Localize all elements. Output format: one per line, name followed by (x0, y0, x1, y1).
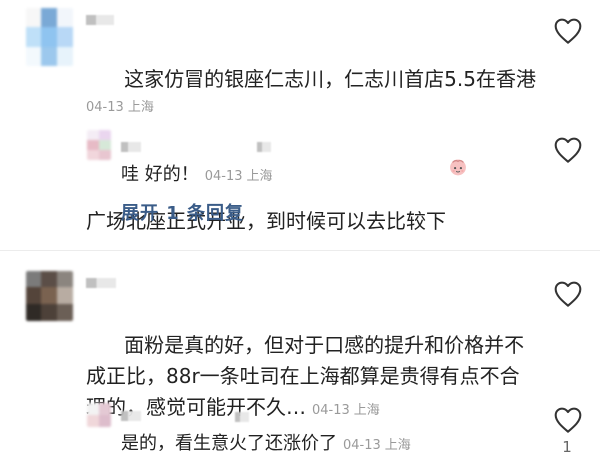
reply-text: 哇 好的！ (121, 164, 199, 185)
reply-like-heart-icon[interactable] (553, 136, 583, 164)
reply-like-count: 1 (562, 438, 572, 456)
comment-body: 面粉是真的好，但对于口感的提升和价格并不成正比，88r一条吐司在上海都算是贵得有… (86, 333, 525, 419)
reply-line: 哇 好的！ 04-13 上海 (121, 163, 273, 189)
expand-replies-link[interactable]: 展开 1 条回复 (121, 202, 244, 226)
reply-line: 是的，看生意火了还涨价了 04-13 上海 (121, 432, 411, 458)
reply-avatar (87, 403, 111, 427)
avatar (26, 8, 73, 66)
comment-location: 上海 (127, 100, 154, 115)
avatar (26, 271, 73, 321)
reply-location: 上海 (384, 438, 411, 453)
username[interactable] (86, 15, 114, 25)
comment-date: 04-13 (86, 100, 124, 115)
reply-location: 上海 (246, 169, 273, 184)
reply-username-extra (257, 142, 271, 152)
reply-username[interactable] (121, 142, 141, 152)
comment-location: 上海 (353, 403, 380, 418)
reply-username[interactable] (121, 411, 141, 421)
like-heart-icon[interactable] (553, 280, 583, 308)
username[interactable] (86, 278, 116, 288)
reply-date: 04-13 (204, 169, 243, 184)
comment-meta: 04-13 上海 (86, 96, 154, 115)
peach-emoji-icon (447, 95, 469, 176)
comment-feed: 这家仿冒的银座仁志川，仁志川首店5.5在香港广场北座正式开业，到时候可以去比较下… (0, 0, 600, 468)
reply-avatar (87, 130, 111, 160)
reply-username-extra (235, 412, 249, 422)
like-heart-icon[interactable] (553, 17, 583, 45)
reply-like-heart-icon[interactable] (553, 406, 583, 434)
comment-date: 04-13 (312, 403, 350, 418)
comment-text: 这家仿冒的银座仁志川，仁志川首店5.5在香港广场北座正式开业，到时候可以去比较下 (86, 33, 541, 268)
reply-date: 04-13 (343, 438, 381, 453)
reply-text: 是的，看生意火了还涨价了 (121, 433, 337, 454)
comment-divider (0, 250, 600, 251)
